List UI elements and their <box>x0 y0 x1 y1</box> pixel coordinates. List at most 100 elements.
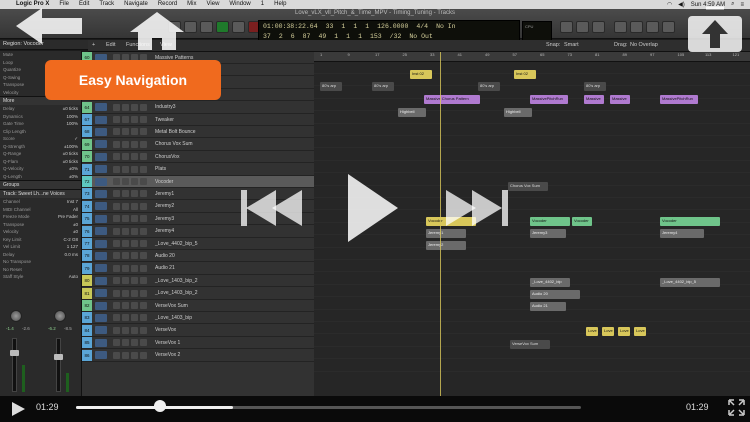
groups-section[interactable]: Groups <box>0 180 81 189</box>
region[interactable]: VerseVox Sum <box>510 340 550 349</box>
mute-button[interactable] <box>113 140 120 148</box>
mute-button[interactable] <box>113 289 120 297</box>
freeze-button[interactable] <box>140 227 147 235</box>
menu-mix[interactable]: Mix <box>182 0 201 9</box>
inspector-param[interactable]: Channel Inst 7 <box>0 198 81 206</box>
lock-button[interactable] <box>131 289 138 297</box>
inspector-param[interactable]: Q-Length ±0% <box>0 173 81 181</box>
freeze-button[interactable] <box>140 351 147 359</box>
track-lane[interactable] <box>314 310 750 322</box>
menu-1[interactable]: 1 <box>256 0 269 9</box>
freeze-button[interactable] <box>140 140 147 148</box>
track-header[interactable]: 80 _Love_1403_bip_2 <box>82 275 314 288</box>
region[interactable]: Massive <box>584 95 604 104</box>
solo-button[interactable] <box>122 116 129 123</box>
solo-mode-button[interactable] <box>576 21 589 33</box>
inspector-param[interactable]: Q-Range ±0 ticks <box>0 150 81 158</box>
freeze-button[interactable] <box>140 277 147 285</box>
lock-button[interactable] <box>131 178 138 185</box>
region[interactable]: Inst 02 <box>410 70 432 79</box>
mute-button[interactable] <box>113 103 120 111</box>
track-lane[interactable] <box>314 112 750 124</box>
param-value[interactable]: ±100% <box>64 143 78 151</box>
freeze-button[interactable] <box>140 302 147 309</box>
region[interactable]: 80's arp <box>478 82 500 91</box>
inspector-param[interactable]: Transpose ±0 <box>0 221 81 229</box>
freeze-button[interactable] <box>140 252 147 260</box>
track-name[interactable]: ChorusVox <box>155 154 179 160</box>
region[interactable]: Highbell <box>504 108 532 117</box>
track-header[interactable]: 84 VerseVox <box>82 324 314 337</box>
mute-button[interactable] <box>113 178 120 185</box>
lock-button[interactable] <box>131 240 138 247</box>
rewind-icon[interactable] <box>241 190 302 226</box>
pause-button[interactable] <box>232 21 245 33</box>
lock-button[interactable] <box>131 128 138 136</box>
solo-button[interactable] <box>122 326 129 334</box>
cpu-meter[interactable]: CPU <box>522 21 552 41</box>
freeze-button[interactable] <box>140 178 147 185</box>
region[interactable]: 80's arp <box>320 82 342 91</box>
solo-button[interactable] <box>122 289 129 297</box>
solo-button[interactable] <box>122 351 129 359</box>
freeze-button[interactable] <box>140 339 147 347</box>
fullscreen-icon[interactable] <box>728 399 745 416</box>
snap-select[interactable]: Smart <box>564 42 579 48</box>
track-lane[interactable] <box>314 360 750 372</box>
solo-button[interactable] <box>122 215 129 223</box>
freeze-button[interactable] <box>140 103 147 111</box>
lock-button[interactable] <box>131 190 138 198</box>
param-value[interactable]: C-2 G8 <box>63 236 78 244</box>
track-name[interactable]: VerseVox Sum <box>155 303 188 309</box>
edit-menu[interactable]: Edit <box>106 42 115 48</box>
region[interactable]: Jeremy4 <box>660 229 704 238</box>
lock-button[interactable] <box>131 339 138 347</box>
mute-button[interactable] <box>113 302 120 309</box>
inspector-param[interactable]: No Transpose <box>0 258 81 266</box>
solo-button[interactable] <box>122 240 129 247</box>
track-name[interactable]: VerseVox <box>155 327 176 333</box>
track-lane[interactable] <box>314 124 750 136</box>
lock-button[interactable] <box>131 302 138 309</box>
pan-knob-right[interactable] <box>54 310 66 322</box>
solo-button[interactable] <box>122 202 129 210</box>
add-track-button[interactable]: + <box>92 42 95 48</box>
track-header[interactable]: 82 VerseVox Sum <box>82 300 314 312</box>
track-header[interactable]: 67 Tweaker <box>82 114 314 126</box>
solo-button[interactable] <box>122 153 129 161</box>
freeze-button[interactable] <box>140 314 147 322</box>
fader-right[interactable] <box>54 354 63 360</box>
region[interactable]: _Love_4402_bip <box>530 278 570 287</box>
lock-button[interactable] <box>131 153 138 161</box>
freeze-button[interactable] <box>140 116 147 123</box>
track-header[interactable]: 83 _Love_1403_bip <box>82 312 314 325</box>
freeze-button[interactable] <box>140 165 147 173</box>
mute-button[interactable] <box>113 190 120 198</box>
solo-button[interactable] <box>122 252 129 260</box>
region[interactable]: Love <box>618 327 630 336</box>
mute-button[interactable] <box>113 277 120 285</box>
list-editors-button[interactable] <box>630 21 643 33</box>
lock-button[interactable] <box>131 351 138 359</box>
region[interactable]: _Love_4402_bip_5 <box>660 278 720 287</box>
param-value[interactable]: ±0% <box>69 173 78 181</box>
inspector-param[interactable]: Q-Velocity ±0% <box>0 165 81 173</box>
mute-button[interactable] <box>113 339 120 347</box>
solo-button[interactable] <box>122 227 129 235</box>
lock-button[interactable] <box>131 252 138 260</box>
inspector-param[interactable]: Freeze Mode Pre Fader <box>0 213 81 221</box>
lock-button[interactable] <box>131 314 138 322</box>
track-name[interactable]: Jeremy1 <box>155 191 174 197</box>
editors-button[interactable] <box>614 21 627 33</box>
solo-button[interactable] <box>122 302 129 309</box>
drag-select[interactable]: No Overlap <box>630 42 658 48</box>
freeze-button[interactable] <box>140 264 147 272</box>
play-icon[interactable] <box>348 174 398 242</box>
track-name[interactable]: Vocoder <box>155 179 173 185</box>
inspector-param[interactable]: Delay ±0 ticks <box>0 105 81 113</box>
param-value[interactable]: All <box>73 206 78 214</box>
lock-button[interactable] <box>131 140 138 148</box>
track-header[interactable]: 81 _Love_1403_bip_2 <box>82 287 314 300</box>
inspector-param[interactable]: Key Limit C-2 G8 <box>0 236 81 244</box>
menu-track[interactable]: Track <box>94 0 119 9</box>
